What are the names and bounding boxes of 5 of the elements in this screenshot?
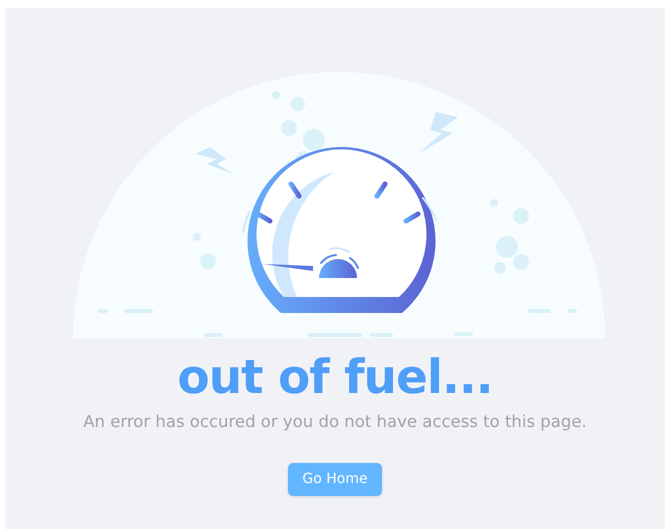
lightning-icon — [195, 147, 235, 175]
lightning-icon — [418, 112, 458, 154]
go-home-button[interactable]: Go Home — [288, 462, 382, 496]
error-message: An error has occured or you do not have access to this page. — [82, 411, 588, 433]
error-title: out of fuel... — [176, 354, 494, 401]
